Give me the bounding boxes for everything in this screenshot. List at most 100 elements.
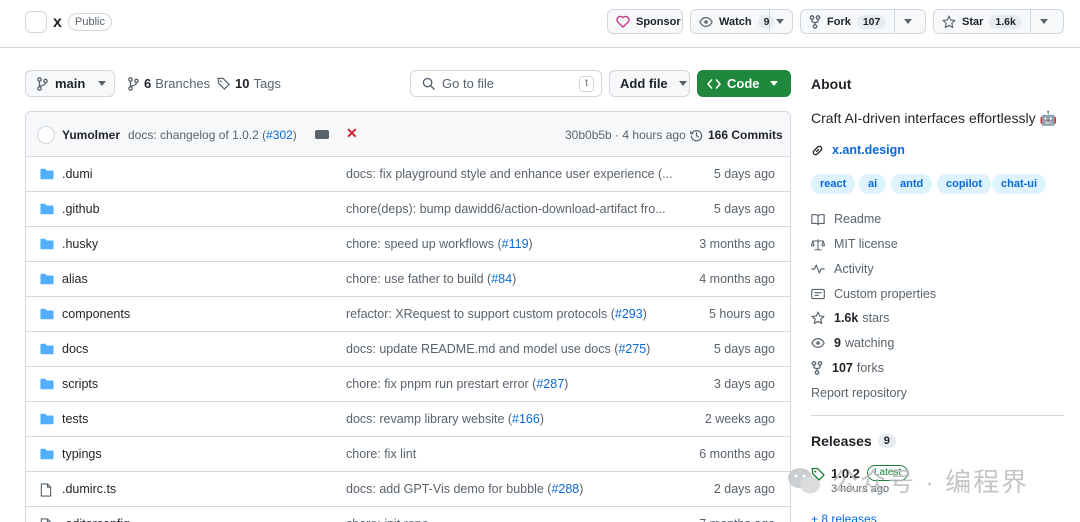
- commit-message[interactable]: chore: speed up workflows (#119): [346, 237, 676, 251]
- topic-copilot[interactable]: copilot: [937, 174, 992, 194]
- commit-message[interactable]: docs: fix playground style and enhance u…: [346, 167, 676, 181]
- stars-link[interactable]: 1.6k stars: [811, 311, 889, 325]
- commit-issue-link[interactable]: #166: [512, 412, 540, 426]
- commit-message-suffix: ): [579, 482, 584, 496]
- topic-ai[interactable]: ai: [859, 174, 887, 194]
- latest-commit-bar: Yumolmer docs: changelog of 1.0.2 (#302)…: [26, 112, 790, 157]
- forks-link[interactable]: 107 forks: [811, 361, 884, 375]
- commit-message[interactable]: chore: fix pnpm run prestart error (#287…: [346, 377, 676, 391]
- table-row[interactable]: scripts chore: fix pnpm run prestart erro…: [26, 367, 790, 402]
- commit-message[interactable]: refactor: XRequest to support custom pro…: [346, 307, 676, 321]
- star-button[interactable]: Star 1.6k: [933, 9, 1064, 34]
- releases-heading[interactable]: Releases 9: [811, 433, 896, 449]
- branch-selector[interactable]: main: [25, 70, 115, 97]
- topic-antd[interactable]: antd: [891, 174, 933, 194]
- commit-message[interactable]: chore: use father to build (#84): [346, 272, 676, 286]
- commit-message-suffix: ): [564, 377, 569, 391]
- website-link[interactable]: x.ant.design: [811, 143, 905, 157]
- table-row[interactable]: .editorconfig chore: init repo 7 months ag…: [26, 507, 790, 522]
- topic-chat-ui[interactable]: chat-ui: [992, 174, 1047, 194]
- owner-avatar[interactable]: [25, 11, 47, 33]
- star-dropdown[interactable]: [1030, 10, 1063, 33]
- sponsor-button[interactable]: Sponsor: [607, 9, 683, 34]
- license-link[interactable]: MIT license: [811, 237, 898, 251]
- commit-message[interactable]: chore: init repo: [346, 517, 676, 522]
- folder-icon: [40, 413, 54, 425]
- add-file-label: Add file: [620, 76, 668, 91]
- go-to-file-search[interactable]: t: [410, 70, 602, 97]
- commit-issue-link[interactable]: #119: [502, 237, 529, 251]
- more-releases-link[interactable]: + 8 releases: [811, 512, 877, 522]
- watch-dropdown[interactable]: [769, 10, 796, 33]
- readme-link[interactable]: Readme: [811, 212, 881, 226]
- commit-message[interactable]: chore: fix lint: [346, 447, 676, 461]
- file-name[interactable]: docs: [62, 342, 88, 356]
- file-name[interactable]: .husky: [62, 237, 98, 251]
- commits-link[interactable]: 166 Commits: [690, 128, 783, 142]
- table-row[interactable]: alias chore: use father to build (#84) 4 m…: [26, 262, 790, 297]
- table-row[interactable]: .dumirc.ts docs: add GPT-Vis demo for bub…: [26, 472, 790, 507]
- file-name[interactable]: typings: [62, 447, 102, 461]
- tags-link[interactable]: 10 Tags: [217, 76, 281, 91]
- commit-issue-link[interactable]: #84: [491, 272, 512, 286]
- commit-message-text: chore: fix lint: [346, 447, 417, 461]
- code-button[interactable]: Code: [697, 70, 791, 97]
- commit-message-text: chore(deps): bump dawidd6/action-downloa…: [346, 202, 666, 216]
- commit-author[interactable]: Yumolmer: [62, 128, 120, 142]
- star-count: 1.6k: [989, 14, 1022, 29]
- table-row[interactable]: docs docs: update README.md and model use…: [26, 332, 790, 367]
- topic-react[interactable]: react: [811, 174, 856, 194]
- custom-properties-link[interactable]: Custom properties: [811, 287, 936, 301]
- go-to-file-input[interactable]: [442, 76, 572, 91]
- watch-button[interactable]: Watch 9: [690, 9, 793, 34]
- author-avatar[interactable]: [37, 126, 55, 144]
- file-name[interactable]: components: [62, 307, 130, 321]
- commit-issue-link[interactable]: #288: [551, 482, 579, 496]
- table-row[interactable]: components refactor: XRequest to support …: [26, 297, 790, 332]
- activity-link[interactable]: Activity: [811, 262, 874, 276]
- folder-icon: [40, 343, 54, 355]
- commit-issue-link[interactable]: #287: [536, 377, 564, 391]
- commit-issue-link[interactable]: #302: [266, 128, 293, 142]
- file-name[interactable]: .dumi: [62, 167, 93, 181]
- file-name[interactable]: .editorconfig: [62, 517, 130, 522]
- branches-link[interactable]: 6 Branches: [128, 76, 210, 91]
- table-row[interactable]: typings chore: fix lint 6 months ago: [26, 437, 790, 472]
- table-row[interactable]: .github chore(deps): bump dawidd6/action-…: [26, 192, 790, 227]
- watching-link[interactable]: 9 watching: [811, 336, 894, 350]
- report-repository-link[interactable]: Report repository: [811, 386, 907, 400]
- add-file-button[interactable]: Add file: [609, 70, 690, 97]
- releases-title: Releases: [811, 433, 872, 449]
- caret-down-icon: [1040, 19, 1054, 24]
- branches-count: 6: [144, 76, 152, 91]
- table-row[interactable]: tests docs: revamp library website (#166)…: [26, 402, 790, 437]
- fork-button[interactable]: Fork 107: [800, 9, 926, 34]
- expand-ellipsis-icon[interactable]: [315, 130, 329, 139]
- table-row[interactable]: .dumi docs: fix playground style and enha…: [26, 157, 790, 192]
- check-failed-icon[interactable]: ✕: [346, 125, 358, 142]
- branches-label: Branches: [155, 76, 211, 91]
- commit-meta[interactable]: 30b0b5b · 4 hours ago: [565, 128, 686, 142]
- file-name[interactable]: .github: [62, 202, 100, 216]
- file-name[interactable]: scripts: [62, 377, 98, 391]
- table-row[interactable]: .husky chore: speed up workflows (#119) 3 …: [26, 227, 790, 262]
- commit-age: 5 days ago: [713, 202, 775, 216]
- commit-message[interactable]: docs: changelog of 1.0.2 (#302): [128, 128, 297, 142]
- fork-dropdown[interactable]: [894, 10, 927, 33]
- file-icon: [40, 483, 52, 497]
- pulse-icon: [811, 263, 834, 275]
- file-name[interactable]: alias: [62, 272, 88, 286]
- repo-name[interactable]: x: [53, 14, 62, 32]
- forks-count: 107: [832, 361, 853, 375]
- commit-issue-link[interactable]: #275: [618, 342, 646, 356]
- eye-icon: [699, 16, 719, 28]
- star-icon: [811, 311, 834, 325]
- commit-message[interactable]: docs: revamp library website (#166): [346, 412, 676, 426]
- commit-message[interactable]: docs: update README.md and model use doc…: [346, 342, 676, 356]
- commit-message-text: chore: speed up workflows (: [346, 237, 502, 251]
- commit-message[interactable]: docs: add GPT-Vis demo for bubble (#288): [346, 482, 676, 496]
- commit-issue-link[interactable]: #293: [615, 307, 643, 321]
- file-name[interactable]: tests: [62, 412, 88, 426]
- commit-message[interactable]: chore(deps): bump dawidd6/action-downloa…: [346, 202, 676, 216]
- file-name[interactable]: .dumirc.ts: [62, 482, 116, 496]
